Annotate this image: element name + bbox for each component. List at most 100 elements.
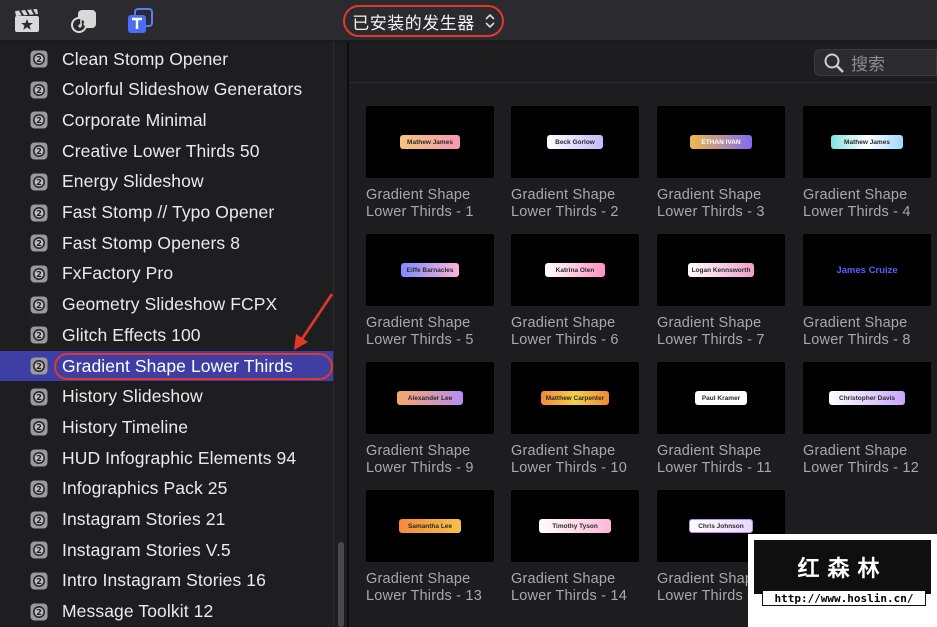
sidebar-scrollbar[interactable] [333,42,347,627]
generator-tile[interactable]: Katrina Olen Gradient Shape Lower Thirds -… [511,234,639,348]
tile-preview-text: Timothy Tyson [552,522,598,530]
tile-title-line1: Gradient Shape [511,315,616,331]
sidebar-item[interactable]: 2 Fast Stomp // Typo Opener [0,198,333,228]
sidebar-item[interactable]: 2 Instagram Stories 21 [0,505,333,535]
sidebar-item-label: FxFactory Pro [62,263,174,284]
tile-title-line2: Lower Thirds - 13 [366,588,482,604]
sidebar-item[interactable]: 2 Colorful Slideshow Generators [0,75,333,105]
sidebar-item[interactable]: 2 Creative Lower Thirds 50 [0,136,333,166]
tile-title-line2: Lower Thirds - 10 [511,460,627,476]
generator-tile[interactable]: Beck Gorlow Gradient Shape Lower Thirds - … [511,106,639,220]
motion-template-icon: 2 [30,572,48,590]
watermark-url: http://www.hoslin.cn/ [762,590,926,606]
generator-tile[interactable]: Paul Kramer Gradient Shape Lower Thirds - … [657,362,785,476]
tile-thumbnail: Christopher Davis [803,362,931,434]
tile-thumbnail: Eiffe Barnacles [366,234,494,306]
search-divider [349,82,937,83]
sidebar-item[interactable]: 2 Intro Instagram Stories 16 [0,566,333,596]
tile-title-line2: Lower Thirds - 14 [511,588,627,604]
watermark-brand: 红森林 [797,557,888,582]
generator-tile[interactable]: Mathew James Gradient Shape Lower Thirds -… [366,106,494,220]
svg-text:2: 2 [36,331,42,340]
search-placeholder: 搜索 [851,55,885,74]
motion-template-icon: 2 [30,388,48,406]
generator-library-sidebar: 2 Clean Stomp Opener 2 Colorful Slideshow G… [0,42,333,627]
sidebar-item[interactable]: 2 Geometry Slideshow FCPX [0,290,333,320]
svg-text:2: 2 [36,485,42,494]
svg-text:2: 2 [36,577,42,586]
svg-text:2: 2 [36,454,42,463]
svg-text:2: 2 [36,86,42,95]
svg-text:2: 2 [36,55,42,64]
sidebar-item[interactable]: 2 Glitch Effects 100 [0,320,333,350]
tile-thumbnail: Katrina Olen [511,234,639,306]
generator-tile[interactable]: Christopher Davis Gradient Shape Lower Thi… [803,362,931,476]
generator-category-select[interactable]: 已安装的发生器 [343,5,504,37]
search-field[interactable]: 搜索 [814,49,937,76]
sidebar-item[interactable]: 2 Message Toolkit 12 [0,597,333,627]
svg-text:2: 2 [36,270,42,279]
motion-template-icon: 2 [30,265,48,283]
generator-tile[interactable]: Timothy Tyson Gradient Shape Lower Thirds … [511,490,639,604]
sidebar-item-label: HUD Infographic Elements 94 [62,447,297,468]
tile-preview-text: ETHAN IVAN [701,138,741,146]
tile-preview-text: Samantha Lee [407,522,453,530]
sidebar-item[interactable]: 2 Energy Slideshow [0,167,333,197]
generator-tile[interactable]: James Cruize Gradient Shape Lower Thirds -… [803,234,931,348]
search-icon [824,53,844,73]
svg-text:2: 2 [36,362,42,371]
sidebar-item[interactable]: 2 History Slideshow [0,382,333,412]
sidebar-item[interactable]: 2 Corporate Minimal [0,105,333,135]
scrollbar-thumb[interactable] [338,542,344,627]
sidebar-item[interactable]: 2 Clean Stomp Opener [0,44,333,74]
sidebar-item[interactable]: 2 History Timeline [0,412,333,442]
tile-preview-text: Chris Johnson [698,522,744,530]
sidebar-item[interactable]: 2 Fast Stomp Openers 8 [0,228,333,258]
tile-title-line1: Gradient Shape [366,571,471,587]
generator-tile[interactable]: Mathew James Gradient Shape Lower Thirds -… [803,106,931,220]
titles-generators-icon[interactable] [126,8,154,34]
generator-tile[interactable]: Alexander Lee Gradient Shape Lower Thirds … [366,362,494,476]
motion-template-icon: 2 [30,357,48,375]
motion-template-icon: 2 [30,326,48,344]
motion-template-icon: 2 [30,603,48,621]
tile-title-line1: Gradient Shape [366,187,471,203]
motion-template-icon: 2 [30,142,48,160]
svg-text:2: 2 [36,147,42,156]
generator-tile[interactable]: Logan Kennsworth Gradient Shape Lower Thir… [657,234,785,348]
svg-text:2: 2 [36,116,42,125]
sidebar-item-label: Infographics Pack 25 [62,478,228,499]
top-toolbar: 已安装的发生器 [0,0,937,41]
sidebar-item-label: History Timeline [62,416,189,437]
tile-title-line1: Gradient Shape [366,443,471,459]
tile-preview-text: Beck Gorlow [555,138,595,146]
motion-template-icon: 2 [30,449,48,467]
tile-preview-text: Christopher Davis [839,394,895,402]
svg-text:2: 2 [36,301,42,310]
tile-title-line2: Lower Thirds - 4 [803,204,911,220]
tile-preview-text: Katrina Olen [555,266,595,274]
svg-text:2: 2 [36,209,42,218]
tile-title-line1: Gradient Shape [803,187,908,203]
motion-template-icon: 2 [30,541,48,559]
sidebar-item[interactable]: 2 FxFactory Pro [0,259,333,289]
svg-text:2: 2 [36,393,42,402]
tile-thumbnail: ETHAN IVAN [657,106,785,178]
sidebar-item[interactable]: 2 HUD Infographic Elements 94 [0,443,333,473]
sidebar-item[interactable]: 2 Infographics Pack 25 [0,474,333,504]
generator-tile[interactable]: ETHAN IVAN Gradient Shape Lower Thirds - 3 [657,106,785,220]
tile-title-line2: Lower Thirds - 7 [657,332,765,348]
tile-thumbnail: Matthew Carpenter [511,362,639,434]
sidebar-item[interactable]: 2 Gradient Shape Lower Thirds [0,351,333,381]
tile-title-line1: Gradient Shape [657,571,762,587]
sidebar-item-label: Creative Lower Thirds 50 [62,140,260,161]
generator-tile[interactable]: Matthew Carpenter Gradient Shape Lower Thi… [511,362,639,476]
tile-title-line2: Lower Thirds - 6 [511,332,619,348]
tile-thumbnail: Mathew James [803,106,931,178]
music-photo-icon[interactable] [70,8,98,34]
tile-title-line2: Lower Thirds - 3 [657,204,765,220]
sidebar-item[interactable]: 2 Instagram Stories V.5 [0,535,333,565]
generator-tile[interactable]: Samantha Lee Gradient Shape Lower Thirds -… [366,490,494,604]
generator-tile[interactable]: Eiffe Barnacles Gradient Shape Lower Third… [366,234,494,348]
clapperboard-star-icon[interactable] [13,8,41,34]
